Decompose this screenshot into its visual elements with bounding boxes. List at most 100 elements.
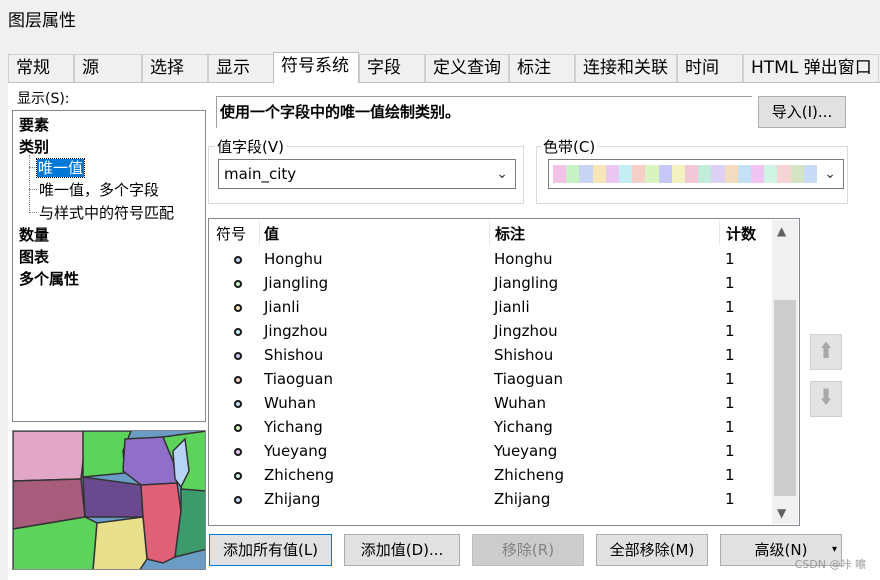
color-ramp-swatch — [658, 165, 672, 183]
color-ramp-swatch — [777, 165, 791, 183]
cell-value: Shishou — [264, 346, 324, 364]
table-row[interactable]: Yichang Yichang 1 — [209, 417, 769, 441]
point-symbol-icon[interactable] — [234, 496, 242, 504]
cell-label[interactable]: Zhijang — [494, 490, 550, 508]
scroll-up-arrow-icon[interactable]: ▲ — [777, 224, 786, 238]
renderer-tree: 要素 类别 唯一值 唯一值，多个字段 与样式中的符号匹配 数量 图表 多个属性 — [12, 110, 206, 422]
cell-value: Zhicheng — [264, 466, 334, 484]
tree-item-match-style-symbols[interactable]: 与样式中的符号匹配 — [39, 202, 174, 223]
tab-symbology[interactable]: 符号系统 — [273, 52, 359, 83]
color-ramp-swatch — [698, 165, 712, 183]
color-ramp-select[interactable]: ⌄ — [548, 159, 844, 189]
color-ramp-swatch — [592, 165, 606, 183]
point-symbol-icon[interactable] — [234, 280, 242, 288]
table-row[interactable]: Jiangling Jiangling 1 — [209, 273, 769, 297]
point-symbol-icon[interactable] — [234, 376, 242, 384]
scroll-thumb[interactable] — [774, 300, 796, 496]
point-symbol-icon[interactable] — [234, 400, 242, 408]
tab-joins-relates[interactable]: 连接和关联 — [575, 54, 677, 82]
point-symbol-icon[interactable] — [234, 472, 242, 480]
move-down-button[interactable]: 🠳 — [810, 381, 842, 417]
add-all-values-button[interactable]: 添加所有值(L) — [209, 534, 332, 566]
tree-item-features[interactable]: 要素 — [19, 114, 49, 135]
cell-label[interactable]: Jingzhou — [494, 322, 558, 340]
color-ramp-swatch — [605, 165, 620, 183]
color-ramp-label: 色带(C) — [541, 136, 598, 157]
tree-item-unique-values[interactable]: 唯一值 — [35, 157, 86, 178]
table-row[interactable]: Wuhan Wuhan 1 — [209, 393, 769, 417]
tab-display[interactable]: 显示 — [208, 54, 274, 82]
table-row[interactable]: Yueyang Yueyang 1 — [209, 441, 769, 465]
table-row[interactable]: Zhicheng Zhicheng 1 — [209, 465, 769, 489]
cell-label[interactable]: Wuhan — [494, 394, 546, 412]
chevron-down-icon: ⌄ — [824, 166, 836, 182]
col-header-value[interactable]: 值 — [264, 223, 279, 244]
cell-count: 1 — [725, 418, 735, 436]
cell-value: Jingzhou — [264, 322, 328, 340]
cell-count: 1 — [725, 442, 735, 460]
point-symbol-icon[interactable] — [234, 448, 242, 456]
cell-label[interactable]: Yueyang — [494, 442, 557, 460]
tab-source[interactable]: 源 — [74, 54, 142, 82]
table-row[interactable]: Zhijang Zhijang 1 — [209, 489, 769, 513]
color-ramp-swatch — [737, 165, 752, 183]
point-symbol-icon[interactable] — [234, 328, 242, 336]
tree-item-multiple-attributes[interactable]: 多个属性 — [19, 268, 79, 289]
col-header-symbol[interactable]: 符号 — [216, 223, 246, 244]
value-field-label: 值字段(V) — [215, 136, 286, 157]
point-symbol-icon[interactable] — [234, 304, 242, 312]
cell-label[interactable]: Zhicheng — [494, 466, 564, 484]
tab-time[interactable]: 时间 — [677, 54, 743, 82]
add-values-button[interactable]: 添加值(D)... — [344, 534, 460, 566]
renderer-preview-image — [12, 430, 206, 570]
tab-strip: 常规 源 选择 显示 符号系统 字段 定义查询 标注 连接和关联 时间 HTML… — [8, 52, 880, 83]
table-row[interactable]: Jingzhou Jingzhou 1 — [209, 321, 769, 345]
cell-label[interactable]: Tiaoguan — [494, 370, 563, 388]
values-table: 符号 值 标注 计数 Honghu Honghu 1 Jiangling Jiangli… — [208, 218, 800, 526]
tree-item-unique-values-many-fields[interactable]: 唯一值，多个字段 — [39, 179, 159, 200]
point-symbol-icon[interactable] — [234, 256, 242, 264]
import-button[interactable]: 导入(I)... — [758, 96, 846, 128]
tree-item-charts[interactable]: 图表 — [19, 246, 49, 267]
tree-item-categories[interactable]: 类别 — [19, 136, 49, 157]
cell-count: 1 — [725, 370, 735, 388]
tab-html-popup[interactable]: HTML 弹出窗口 — [743, 54, 879, 82]
color-ramp-swatch — [751, 165, 765, 183]
cell-label[interactable]: Shishou — [494, 346, 553, 364]
cell-count: 1 — [725, 274, 735, 292]
color-ramp-swatch — [764, 165, 778, 183]
value-field-select[interactable]: main_city ⌄ — [218, 159, 516, 189]
cell-label[interactable]: Jiangling — [494, 274, 558, 292]
col-header-label[interactable]: 标注 — [495, 223, 525, 244]
table-row[interactable]: Tiaoguan Tiaoguan 1 — [209, 369, 769, 393]
table-row[interactable]: Shishou Shishou 1 — [209, 345, 769, 369]
remove-button[interactable]: 移除(R) — [472, 534, 584, 566]
move-up-button[interactable]: 🠱 — [810, 334, 842, 370]
tab-labels[interactable]: 标注 — [509, 54, 575, 82]
cell-value: Honghu — [264, 250, 323, 268]
point-symbol-icon[interactable] — [234, 424, 242, 432]
cell-value: Tiaoguan — [264, 370, 333, 388]
cell-value: Jiangling — [264, 274, 329, 292]
tab-selection[interactable]: 选择 — [142, 54, 208, 82]
remove-all-button[interactable]: 全部移除(M) — [596, 534, 708, 566]
cell-count: 1 — [725, 394, 735, 412]
table-scrollbar[interactable]: ▲ ▼ — [772, 220, 798, 524]
table-row[interactable]: Honghu Honghu 1 — [209, 249, 769, 273]
table-row[interactable]: Jianli Jianli 1 — [209, 297, 769, 321]
color-ramp-swatches — [553, 165, 818, 183]
color-ramp-swatch — [685, 165, 699, 183]
tree-item-label: 唯一值 — [35, 158, 86, 178]
col-header-count[interactable]: 计数 — [726, 223, 756, 244]
column-divider — [719, 221, 720, 245]
cell-label[interactable]: Honghu — [494, 250, 553, 268]
tab-general[interactable]: 常规 — [8, 54, 74, 82]
tab-fields[interactable]: 字段 — [359, 54, 425, 82]
scroll-down-arrow-icon[interactable]: ▼ — [777, 506, 786, 520]
tree-item-quantities[interactable]: 数量 — [19, 224, 49, 245]
cell-count: 1 — [725, 466, 735, 484]
tab-definition-query[interactable]: 定义查询 — [425, 54, 509, 82]
cell-label[interactable]: Jianli — [494, 298, 530, 316]
cell-label[interactable]: Yichang — [494, 418, 553, 436]
point-symbol-icon[interactable] — [234, 352, 242, 360]
